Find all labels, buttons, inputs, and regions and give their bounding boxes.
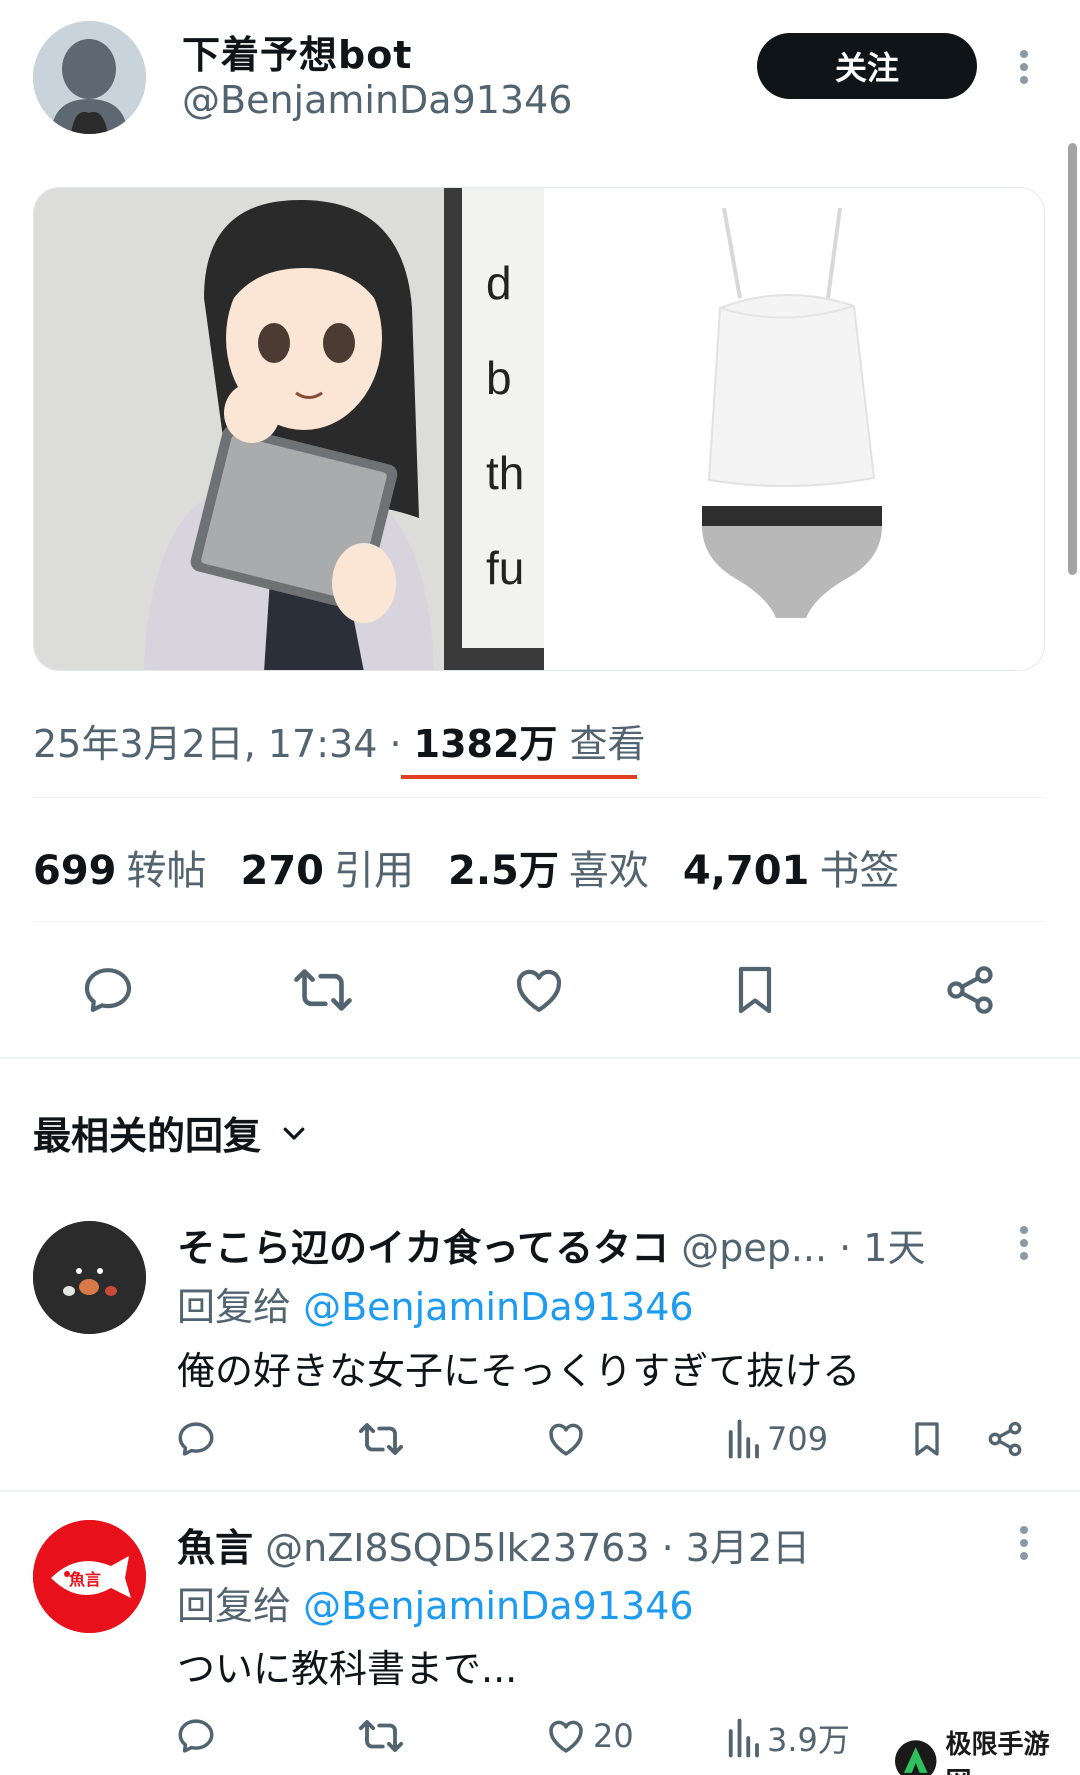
reply-view-count: 709 bbox=[767, 1420, 829, 1458]
reply-avatar[interactable] bbox=[33, 1221, 146, 1334]
replies-sort-dropdown[interactable]: 最相关的回复 bbox=[33, 1105, 309, 1160]
tweet-media[interactable]: d b th fu bbox=[33, 187, 1045, 671]
tweet-datetime[interactable]: 25年3月2日, 17:34 · bbox=[33, 722, 414, 766]
reply-to-line: 回复给 @BenjaminDa91346 bbox=[177, 1276, 694, 1331]
media-text-fragment: d bbox=[486, 257, 512, 309]
author-handle[interactable]: @BenjaminDa91346 bbox=[182, 78, 572, 122]
reply-reply-button[interactable] bbox=[175, 1715, 217, 1757]
reply-time[interactable]: · 3月2日 bbox=[650, 1526, 811, 1570]
reply-views-button[interactable]: 709 bbox=[725, 1418, 828, 1460]
tweet-meta: 25年3月2日, 17:34 · 1382万 查看 bbox=[33, 713, 645, 768]
follow-button[interactable]: 关注 bbox=[757, 33, 977, 99]
reply-share-button[interactable] bbox=[985, 1418, 1025, 1460]
author-display-name[interactable]: 下着予想bot bbox=[182, 24, 412, 79]
default-avatar-icon bbox=[33, 21, 146, 134]
like-icon bbox=[516, 969, 562, 1012]
media-image-textbook-girl[interactable]: d b th fu bbox=[34, 188, 544, 670]
stat-likes[interactable]: 2.5万 喜欢 bbox=[448, 838, 649, 896]
stat-quotes[interactable]: 270 引用 bbox=[241, 838, 415, 896]
more-options-icon[interactable] bbox=[1018, 49, 1030, 85]
watermark-logo-icon bbox=[894, 1740, 937, 1775]
reply-text: ついに教科書まで... bbox=[177, 1647, 518, 1691]
author-avatar[interactable] bbox=[33, 21, 146, 134]
reply-views-button[interactable]: 3.9万 bbox=[725, 1715, 850, 1761]
divider bbox=[0, 1057, 1080, 1059]
reply-icon bbox=[84, 968, 132, 1012]
share-icon bbox=[947, 966, 993, 1014]
retweet-icon bbox=[294, 969, 352, 1011]
like-button[interactable] bbox=[509, 960, 569, 1020]
reply-retweet-button[interactable] bbox=[358, 1715, 404, 1757]
divider bbox=[33, 921, 1045, 922]
reply-retweet-button[interactable] bbox=[358, 1418, 404, 1460]
retweet-icon bbox=[358, 1423, 404, 1455]
media-text-fragment: b bbox=[486, 352, 512, 404]
bookmark-icon bbox=[915, 1422, 939, 1456]
watermark-text: 极限手游网 bbox=[945, 1730, 1050, 1775]
reply-display-name[interactable]: そこら辺のイカ食ってるタコ bbox=[177, 1226, 669, 1270]
reply-handle[interactable]: @nZI8SQD5lk23763 bbox=[265, 1526, 649, 1570]
more-options-icon[interactable] bbox=[1018, 1525, 1030, 1561]
views-label: 查看 bbox=[557, 722, 646, 766]
share-icon bbox=[988, 1421, 1022, 1457]
share-button[interactable] bbox=[940, 960, 1000, 1020]
replies-sort-label: 最相关的回复 bbox=[33, 1114, 262, 1158]
scrollbar[interactable] bbox=[1068, 143, 1077, 575]
underwear-product-image bbox=[544, 188, 1044, 670]
more-options-icon[interactable] bbox=[1018, 1225, 1030, 1261]
reply-time[interactable]: · 1天 bbox=[827, 1226, 925, 1270]
views-bar-icon bbox=[728, 1419, 759, 1459]
views-count: 1382万 bbox=[413, 722, 558, 766]
reply-to-line: 回复给 @BenjaminDa91346 bbox=[177, 1575, 694, 1630]
reply-header: そこら辺のイカ食ってるタコ @pep... · 1天 bbox=[177, 1217, 925, 1272]
avatar-logo-text: 魚言 bbox=[69, 1570, 102, 1589]
bookmark-button[interactable] bbox=[725, 960, 785, 1020]
media-text-fragment: th bbox=[486, 447, 525, 499]
reply-to-link[interactable]: @BenjaminDa91346 bbox=[303, 1285, 693, 1329]
reply-like-button[interactable] bbox=[545, 1418, 593, 1460]
reply-to-link[interactable]: @BenjaminDa91346 bbox=[303, 1584, 693, 1628]
media-text-fragment: fu bbox=[486, 542, 525, 594]
reply-like-button[interactable]: 20 bbox=[545, 1715, 634, 1757]
like-icon bbox=[549, 1423, 583, 1456]
reply-display-name[interactable]: 魚言 bbox=[177, 1526, 253, 1570]
textbook-illustration-image bbox=[34, 188, 544, 670]
reply-bookmark-button[interactable] bbox=[907, 1418, 947, 1460]
reply-handle[interactable]: @pep... bbox=[681, 1226, 827, 1270]
media-image-underwear[interactable] bbox=[544, 188, 1044, 670]
reply-to-prefix: 回复给 bbox=[177, 1285, 304, 1329]
reply-like-count: 20 bbox=[593, 1717, 634, 1755]
reply-avatar[interactable]: 魚言 bbox=[33, 1520, 146, 1633]
tweet-stats: 699 转帖 270 引用 2.5万 喜欢 4,701 书签 bbox=[33, 838, 899, 896]
views-underline bbox=[401, 775, 637, 779]
divider bbox=[33, 797, 1045, 798]
reply-reply-button[interactable] bbox=[175, 1418, 217, 1460]
views-bar-icon bbox=[728, 1718, 759, 1758]
site-watermark: 极限手游网 bbox=[888, 1722, 1080, 1775]
stat-reposts[interactable]: 699 转帖 bbox=[33, 838, 207, 896]
reply-button[interactable] bbox=[78, 960, 138, 1020]
retweet-button[interactable] bbox=[293, 960, 353, 1020]
like-icon bbox=[549, 1720, 583, 1753]
divider bbox=[0, 1490, 1080, 1492]
reply-view-count: 3.9万 bbox=[767, 1721, 850, 1759]
reply-icon bbox=[178, 1719, 214, 1753]
reply-text: 俺の好きな女子にそっくりすぎて抜ける bbox=[177, 1349, 861, 1393]
stat-bookmarks[interactable]: 4,701 书签 bbox=[683, 838, 900, 896]
octopus-avatar-icon bbox=[33, 1221, 146, 1334]
chevron-down-icon bbox=[283, 1127, 305, 1140]
reply-to-prefix: 回复给 bbox=[177, 1584, 304, 1628]
bookmark-icon bbox=[738, 966, 772, 1014]
reply-header: 魚言 @nZI8SQD5lk23763 · 3月2日 bbox=[177, 1517, 810, 1572]
retweet-icon bbox=[358, 1720, 404, 1752]
reply-icon bbox=[178, 1422, 214, 1456]
